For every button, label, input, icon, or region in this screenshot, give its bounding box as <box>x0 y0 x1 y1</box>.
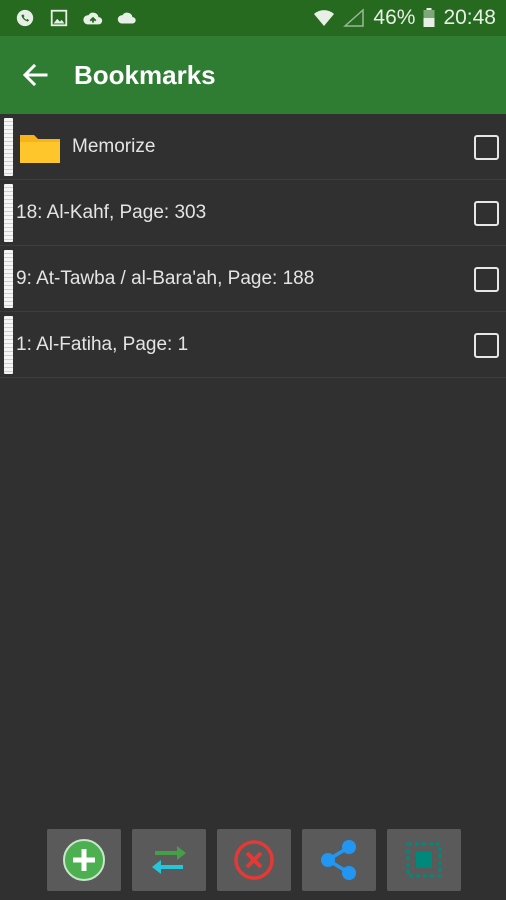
notification-icons <box>14 8 138 28</box>
row-drag-handle[interactable] <box>4 184 13 242</box>
x-circle-icon <box>234 840 274 880</box>
whatsapp-icon <box>16 9 34 27</box>
bookmark-label: 9: At-Tawba / al-Bara'ah, Page: 188 <box>16 267 315 289</box>
select-all-button[interactable] <box>387 829 461 891</box>
signal-icon <box>343 8 365 27</box>
bookmark-list: Memorize 18: Al-Kahf, Page: 303 9: At-Ta… <box>0 114 506 378</box>
row-drag-handle[interactable] <box>4 250 13 308</box>
share-icon <box>321 840 356 880</box>
bookmark-checkbox[interactable] <box>474 201 499 226</box>
wifi-icon <box>314 10 335 26</box>
clock: 20:48 <box>443 6 496 29</box>
add-button[interactable] <box>47 829 121 891</box>
bottom-toolbar <box>47 829 461 891</box>
system-status: 46% 20:48 <box>313 6 496 30</box>
page-title: Bookmarks <box>74 59 216 90</box>
battery-percent: 46% <box>373 6 416 29</box>
delete-button[interactable] <box>217 829 291 891</box>
bookmark-checkbox[interactable] <box>474 333 499 358</box>
row-drag-handle[interactable] <box>4 316 13 374</box>
plus-circle-icon <box>63 839 105 881</box>
swap-arrows-icon <box>152 846 186 874</box>
folder-row-memorize[interactable]: Memorize <box>0 114 506 180</box>
bookmark-label: 1: Al-Fatiha, Page: 1 <box>16 333 189 355</box>
folder-checkbox[interactable] <box>474 135 499 160</box>
select-all-icon <box>406 842 442 878</box>
sort-button[interactable] <box>132 829 206 891</box>
arrow-back-icon <box>22 63 48 87</box>
folder-label: Memorize <box>72 135 156 157</box>
image-icon <box>50 9 68 27</box>
battery-icon <box>423 8 435 27</box>
row-drag-handle[interactable] <box>4 118 13 176</box>
cloud-icon <box>117 12 136 24</box>
bookmark-label: 18: Al-Kahf, Page: 303 <box>16 201 207 223</box>
app-bar: Bookmarks <box>0 36 506 114</box>
bookmark-checkbox[interactable] <box>474 267 499 292</box>
bookmark-item[interactable]: 18: Al-Kahf, Page: 303 <box>0 180 506 246</box>
status-bar: 46% 20:48 <box>0 0 506 36</box>
folder-icon <box>20 134 60 163</box>
bookmark-item[interactable]: 9: At-Tawba / al-Bara'ah, Page: 188 <box>0 246 506 312</box>
back-button[interactable] <box>0 36 70 114</box>
share-button[interactable] <box>302 829 376 891</box>
bookmark-item[interactable]: 1: Al-Fatiha, Page: 1 <box>0 312 506 378</box>
cloud-upload-icon <box>83 12 103 25</box>
